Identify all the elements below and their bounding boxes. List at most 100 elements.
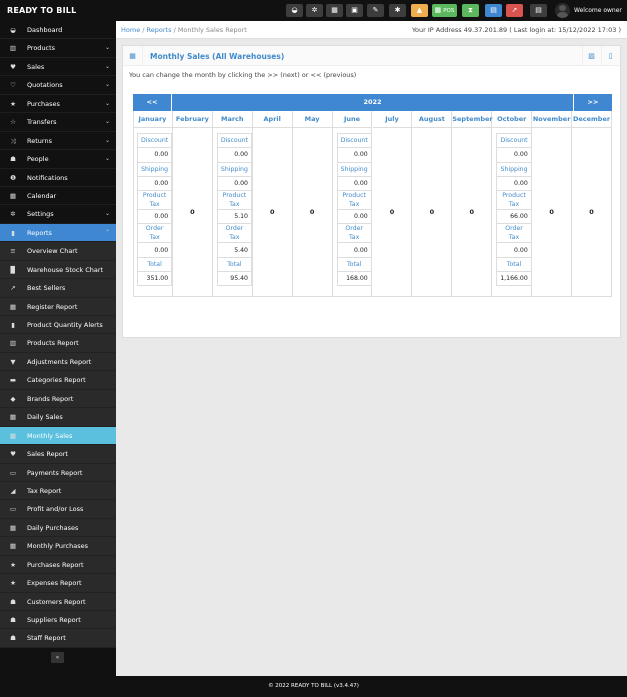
sidebar-item-staff-report[interactable]: ☗ Staff Report <box>0 629 116 648</box>
total-value: 1,166.00 <box>496 271 532 287</box>
sidebar-item-register-report[interactable]: ▦ Register Report <box>0 297 116 316</box>
sidebar-item-monthly-purchases[interactable]: ▦ Monthly Purchases <box>0 537 116 556</box>
avatar[interactable] <box>555 3 570 18</box>
star-outline-icon: ☆ <box>10 118 16 127</box>
sidebar-item-sales[interactable]: ♥ Sales ⌄ <box>0 58 116 77</box>
sidebar-item-products[interactable]: ▥ Products ⌄ <box>0 39 116 58</box>
sidebar-item-products-report[interactable]: ▥ Products Report <box>0 334 116 353</box>
monthly-sales-panel: ▦ Monthly Sales (All Warehouses) ▨ ▯ You… <box>122 45 621 338</box>
sidebar-item-suppliers-report[interactable]: ☗ Suppliers Report <box>0 611 116 630</box>
sidebar-item-daily-sales[interactable]: ▦ Daily Sales <box>0 408 116 427</box>
sidebar-item-dashboard[interactable]: ◒ Dashboard <box>0 21 116 40</box>
sidebar-item-warehouse-stock-chart[interactable]: ▉ Warehouse Stock Chart <box>0 260 116 280</box>
discount-label: Discount <box>136 132 173 149</box>
shipping-value: 0.00 <box>336 175 372 192</box>
settings-button[interactable]: ✲ <box>306 4 323 17</box>
sidebar-item-quotations[interactable]: ♡ Quotations ⌄ <box>0 76 116 95</box>
pdf-export-icon[interactable]: ▯ <box>601 46 619 66</box>
pos-label: POS <box>443 8 455 14</box>
sidebar-item-label: Tax Report <box>27 486 62 495</box>
sidebar-item-label: People <box>27 155 49 164</box>
sidebar-item-notifications[interactable]: ❶ Notifications <box>0 169 116 187</box>
dashboard-button[interactable]: ◒ <box>286 4 303 17</box>
sidebar-item-label: Warehouse Stock Chart <box>27 265 104 274</box>
area-chart-icon: ◢ <box>10 486 16 495</box>
month-header-row: January February March April May June July Augu… <box>133 111 612 128</box>
sidebar-item-label: Returns <box>27 136 52 145</box>
bars-icon: ≡ <box>10 247 16 256</box>
chevron-down-icon: ⌄ <box>104 62 110 70</box>
shipping-value: 0.00 <box>136 175 173 192</box>
previous-year-button[interactable]: << <box>133 94 172 111</box>
sidebar-item-daily-purchases[interactable]: ▦ Daily Purchases <box>0 518 116 538</box>
month-october: October <box>492 111 533 128</box>
welcome-text[interactable]: Welcome owner <box>574 7 622 14</box>
list-button[interactable]: ▤ <box>485 4 502 17</box>
sidebar-item-categories-report[interactable]: ▬ Categories Report <box>0 371 116 390</box>
sidebar-item-brands-report[interactable]: ◆ Brands Report <box>0 389 116 409</box>
panel-title: Monthly Sales (All Warehouses) <box>150 52 285 61</box>
sidebar-item-monthly-sales[interactable]: ▦ Monthly Sales <box>0 426 116 446</box>
month-may: May <box>292 111 333 128</box>
next-year-button[interactable]: >> <box>573 94 612 111</box>
sidebar-item-best-sellers[interactable]: ↗ Best Sellers <box>0 279 116 298</box>
cubes-icon: ◆ <box>10 394 16 403</box>
month-cell-june: Discount 0.00 Shipping 0.00 Product Tax 0.00 O… <box>333 128 373 297</box>
shipping-label: Shipping <box>216 161 253 177</box>
calculator-button[interactable]: ▦ <box>326 4 343 17</box>
brand-logo[interactable]: READY TO BILL <box>7 6 76 15</box>
shipping-label: Shipping <box>496 161 532 177</box>
sidebar-item-purchases[interactable]: ★ Purchases ⌄ <box>0 95 116 114</box>
cart-button[interactable]: ➚ <box>506 4 523 17</box>
menu-button[interactable]: ▤ <box>530 4 547 17</box>
breadcrumb-home[interactable]: Home <box>121 26 140 34</box>
top-bar: READY TO BILL ◒ ✲ ▦ ▣ ✎ ✱ ▲ ▦ POS ⧗ ▤ ➚ ▤ Welcome ow… <box>0 0 627 21</box>
discount-label: Discount <box>336 132 372 149</box>
image-export-icon[interactable]: ▨ <box>582 46 600 66</box>
sidebar-item-label: Overview Chart <box>27 247 78 256</box>
total-value: 351.00 <box>136 271 173 287</box>
total-value: 95.40 <box>216 271 253 287</box>
month-july: July <box>372 111 413 128</box>
sidebar-item-label: Calendar <box>27 191 57 200</box>
sidebar-item-label: Categories Report <box>27 376 86 385</box>
money-icon: ▭ <box>9 468 17 477</box>
edit-button[interactable]: ✎ <box>367 4 384 17</box>
sidebar-item-customers-report[interactable]: ☗ Customers Report <box>0 592 116 611</box>
sidebar-item-returns[interactable]: ⤨ Returns ⌄ <box>0 132 116 151</box>
sidebar-item-tax-report[interactable]: ◢ Tax Report <box>0 481 116 501</box>
alert-button[interactable]: ▲ <box>411 4 428 17</box>
sidebar-item-people[interactable]: ☗ People ⌄ <box>0 150 116 169</box>
sidebar-item-payments-report[interactable]: ▭ Payments Report <box>0 463 116 482</box>
sidebar-item-transfers[interactable]: ☆ Transfers ⌄ <box>0 113 116 132</box>
calendar-button[interactable]: ▣ <box>346 4 363 17</box>
sidebar-collapse-button[interactable]: « <box>51 652 64 663</box>
sidebar-item-label: Sales Report <box>27 450 68 459</box>
flag-button[interactable]: ✱ <box>389 4 406 17</box>
sidebar-item-settings[interactable]: ✲ Settings ⌄ <box>0 205 116 224</box>
sidebar-item-label: Register Report <box>27 302 78 311</box>
sidebar-item-label: Daily Purchases <box>27 523 79 532</box>
month-september: September <box>452 111 493 128</box>
barcode-icon: ▥ <box>9 44 17 53</box>
sidebar-item-reports[interactable]: ▮ Reports ⌃ <box>0 223 116 243</box>
sidebar-item-label: Transfers <box>27 118 57 127</box>
breadcrumb-reports[interactable]: Reports <box>147 26 172 34</box>
sidebar-item-adjustments-report[interactable]: ▼ Adjustments Report <box>0 352 116 372</box>
sidebar-item-product-quantity-alerts[interactable]: ▮ Product Quantity Alerts <box>0 316 116 335</box>
sidebar-item-calendar[interactable]: ▦ Calendar <box>0 187 116 206</box>
sidebar-item-overview-chart[interactable]: ≡ Overview Chart <box>0 242 116 261</box>
sidebar-item-profit-and-or-loss[interactable]: ▭ Profit and/or Loss <box>0 500 116 519</box>
month-december: December <box>572 111 612 128</box>
month-summary-table: Discount 0.00 Shipping 0.00 Product Tax 0.00 O… <box>136 132 173 287</box>
calendar-icon: ▦ <box>9 191 17 200</box>
star-icon: ★ <box>10 560 16 569</box>
product-tax-label: Product Tax <box>216 190 253 211</box>
bar-chart-icon: ▮ <box>11 321 15 329</box>
hourglass-button[interactable]: ⧗ <box>462 4 479 17</box>
sidebar-item-expenses-report[interactable]: ★ Expenses Report <box>0 574 116 593</box>
sidebar-item-sales-report[interactable]: ♥ Sales Report <box>0 445 116 464</box>
sidebar-item-purchases-report[interactable]: ★ Purchases Report <box>0 555 116 575</box>
order-tax-label: Order Tax <box>336 223 372 244</box>
pos-button[interactable]: ▦ POS <box>432 4 457 17</box>
